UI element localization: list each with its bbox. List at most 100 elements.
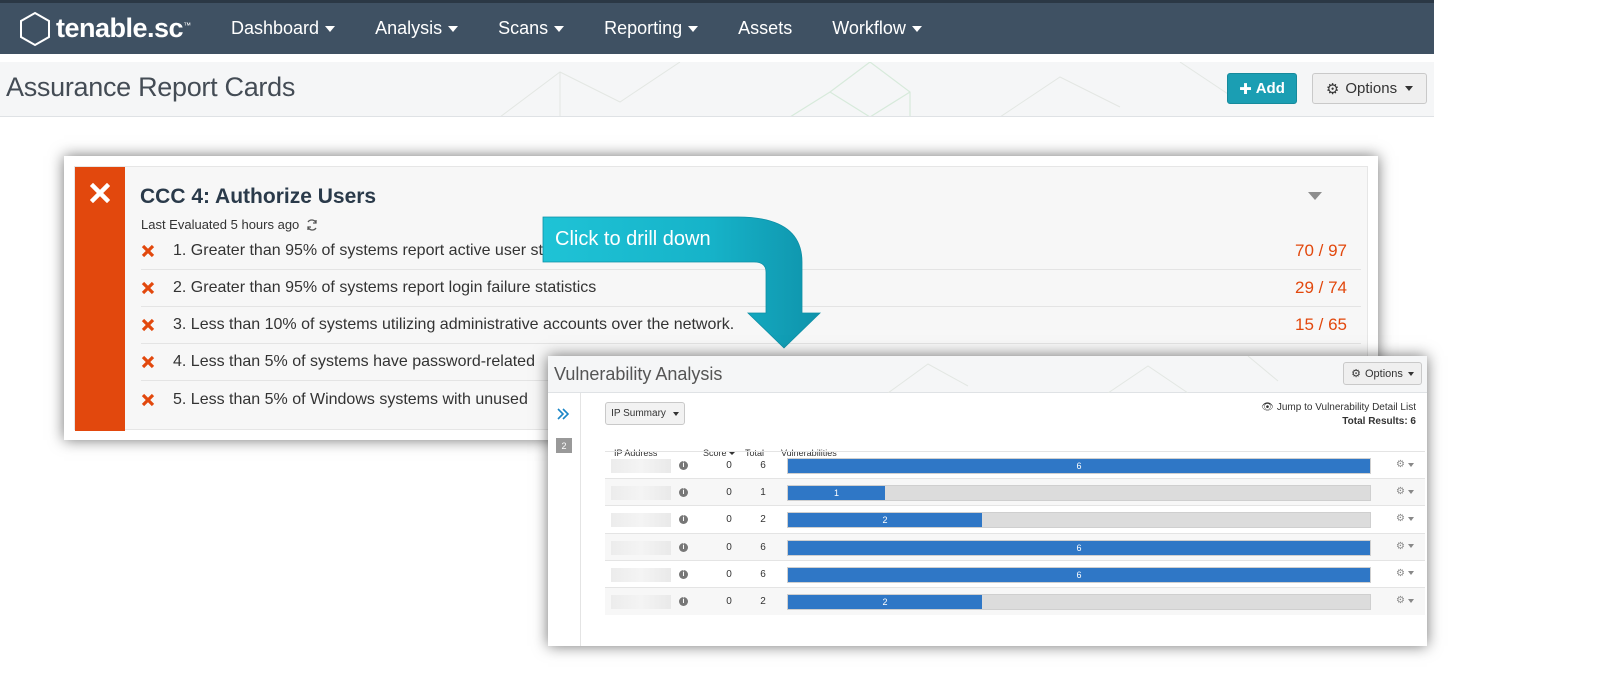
vulnerability-bar[interactable]: 6 — [787, 539, 1371, 556]
nav-label: Analysis — [375, 18, 443, 38]
caret-down-icon — [448, 25, 459, 32]
criteria-text: 4. Less than 5% of systems have password… — [173, 353, 535, 370]
vulnerability-bar-fill: 6 — [788, 459, 1370, 473]
fail-x-icon — [141, 393, 173, 407]
vulnerability-bar-label: 2 — [882, 515, 888, 526]
info-icon[interactable]: i — [679, 461, 688, 470]
fail-x-icon — [141, 355, 173, 369]
page-header: Assurance Report Cards ✚ Add ⚙ Options — [0, 62, 1434, 117]
vulnerability-bar[interactable]: 1 — [787, 485, 1371, 502]
card-title[interactable]: CCC 4: Authorize Users — [140, 185, 376, 209]
cell-score: 0 — [726, 487, 732, 499]
criteria-text: 3. Less than 10% of systems utilizing ad… — [173, 316, 735, 333]
brand-name: tenable.sc — [56, 13, 184, 43]
double-chevron-right-icon[interactable] — [556, 407, 570, 421]
ip-address-redacted[interactable] — [611, 540, 671, 555]
nav-analysis[interactable]: Analysis — [375, 18, 459, 39]
vulnerability-bar-label: 6 — [1076, 569, 1082, 580]
analysis-tool-select[interactable]: IP Summary — [605, 402, 685, 425]
jump-to-detail-link[interactable]: 👁 Jump to Vulnerability Detail List — [1261, 402, 1416, 413]
ip-address-redacted[interactable] — [611, 513, 671, 528]
cell-score: 0 — [726, 460, 732, 471]
vulnerability-bar-fill: 6 — [788, 567, 1370, 582]
ip-address-redacted[interactable] — [611, 595, 671, 609]
nav-reporting[interactable]: Reporting — [604, 18, 699, 39]
vulnerability-bar-label: 6 — [1076, 542, 1082, 553]
nav-scans[interactable]: Scans — [498, 18, 565, 39]
cell-total: 6 — [760, 568, 766, 580]
row-gear-menu[interactable]: ⚙ — [1396, 568, 1414, 579]
vulnerability-bar[interactable]: 2 — [787, 512, 1371, 529]
vulnerability-analysis-panel: Vulnerability Analysis ⚙ Options 2 IP Su… — [548, 356, 1427, 646]
row-gear-menu[interactable]: ⚙ — [1396, 486, 1414, 497]
vulnerability-bar-label: 6 — [1076, 461, 1082, 471]
ip-address-redacted[interactable] — [611, 486, 671, 501]
vulnerability-bar[interactable]: 2 — [787, 594, 1371, 610]
criteria-row[interactable]: 3. Less than 10% of systems utilizing ad… — [141, 307, 1361, 344]
add-button[interactable]: ✚ Add — [1227, 73, 1297, 104]
vuln-header: Vulnerability Analysis ⚙ Options — [548, 356, 1427, 393]
table-row[interactable]: i 0 6 6 ⚙ — [605, 451, 1425, 479]
jump-link-label: Jump to Vulnerability Detail List — [1276, 402, 1416, 413]
row-gear-menu[interactable]: ⚙ — [1396, 595, 1414, 606]
cell-score: 0 — [726, 514, 732, 526]
table-row[interactable]: i 0 2 2 ⚙ — [605, 505, 1425, 533]
vulnerability-bar-fill: 2 — [788, 595, 982, 609]
ip-address-redacted[interactable] — [611, 459, 671, 473]
vulnerability-bar[interactable]: 6 — [787, 566, 1371, 583]
criteria-row[interactable]: 2. Greater than 95% of systems report lo… — [141, 270, 1361, 307]
screenshot-stage: tenable.sc ™ Dashboard Analysis Scans Re… — [0, 0, 1607, 678]
last-evaluated: Last Evaluated 5 hours ago — [141, 217, 319, 232]
gear-icon: ⚙ — [1396, 459, 1405, 470]
options-button-label: Options — [1345, 80, 1398, 97]
brand-logo[interactable]: tenable.sc ™ — [18, 11, 206, 47]
info-icon[interactable]: i — [679, 515, 688, 525]
table-row[interactable]: i 0 2 2 ⚙ — [605, 587, 1425, 615]
criteria-row[interactable]: 1. Greater than 95% of systems report ac… — [141, 233, 1361, 270]
top-navbar: tenable.sc ™ Dashboard Analysis Scans Re… — [0, 0, 1434, 54]
caret-down-icon — [1407, 598, 1414, 603]
caret-down-icon — [672, 411, 679, 416]
refresh-icon[interactable] — [305, 218, 319, 232]
cell-total: 6 — [760, 460, 766, 471]
table-row[interactable]: i 0 6 6 ⚙ — [605, 532, 1425, 561]
caret-down-icon — [1405, 86, 1414, 91]
page-badge[interactable]: 2 — [556, 438, 572, 453]
vuln-title: Vulnerability Analysis — [554, 364, 723, 384]
total-results: Total Results: 6 — [1342, 416, 1416, 427]
nav-label: Workflow — [832, 18, 906, 38]
criteria-text: 2. Greater than 95% of systems report lo… — [173, 279, 597, 296]
vulnerability-bar[interactable]: 6 — [787, 458, 1371, 474]
cell-total: 2 — [760, 514, 766, 526]
brand-trademark: ™ — [183, 20, 192, 30]
nav-assets[interactable]: Assets — [738, 18, 792, 39]
info-icon[interactable]: i — [679, 569, 688, 579]
caret-down-icon — [325, 25, 336, 32]
row-gear-menu[interactable]: ⚙ — [1396, 513, 1414, 524]
table-row[interactable]: i 0 6 6 ⚙ — [605, 559, 1425, 588]
vulnerability-bar-label: 2 — [882, 597, 888, 607]
plus-icon: ✚ — [1239, 80, 1252, 98]
ip-address-redacted[interactable] — [611, 567, 671, 582]
info-icon[interactable]: i — [679, 488, 688, 498]
cell-total: 1 — [760, 487, 766, 499]
table-row[interactable]: i 0 1 1 ⚙ — [605, 478, 1425, 507]
gear-icon: ⚙ — [1396, 486, 1405, 498]
criteria-score: 70 / 97 — [1295, 241, 1347, 260]
row-gear-menu[interactable]: ⚙ — [1396, 541, 1414, 552]
info-icon[interactable]: i — [679, 597, 688, 606]
nav-workflow[interactable]: Workflow — [832, 18, 922, 39]
caret-down-icon — [554, 25, 565, 32]
row-gear-menu[interactable]: ⚙ — [1396, 459, 1414, 470]
card-collapse-toggle-icon[interactable] — [1308, 192, 1322, 200]
nav-dashboard[interactable]: Dashboard — [231, 18, 336, 39]
criteria-score: 29 / 74 — [1295, 278, 1347, 297]
caret-down-icon — [1407, 571, 1414, 576]
options-button[interactable]: ⚙ Options — [1312, 73, 1427, 104]
gear-icon: ⚙ — [1325, 80, 1340, 98]
criteria-text: 1. Greater than 95% of systems report ac… — [173, 242, 597, 259]
cell-total: 6 — [760, 541, 766, 553]
info-icon[interactable]: i — [679, 542, 688, 552]
analysis-tool-label: IP Summary — [611, 408, 666, 419]
vuln-options-button[interactable]: ⚙ Options — [1343, 362, 1422, 385]
